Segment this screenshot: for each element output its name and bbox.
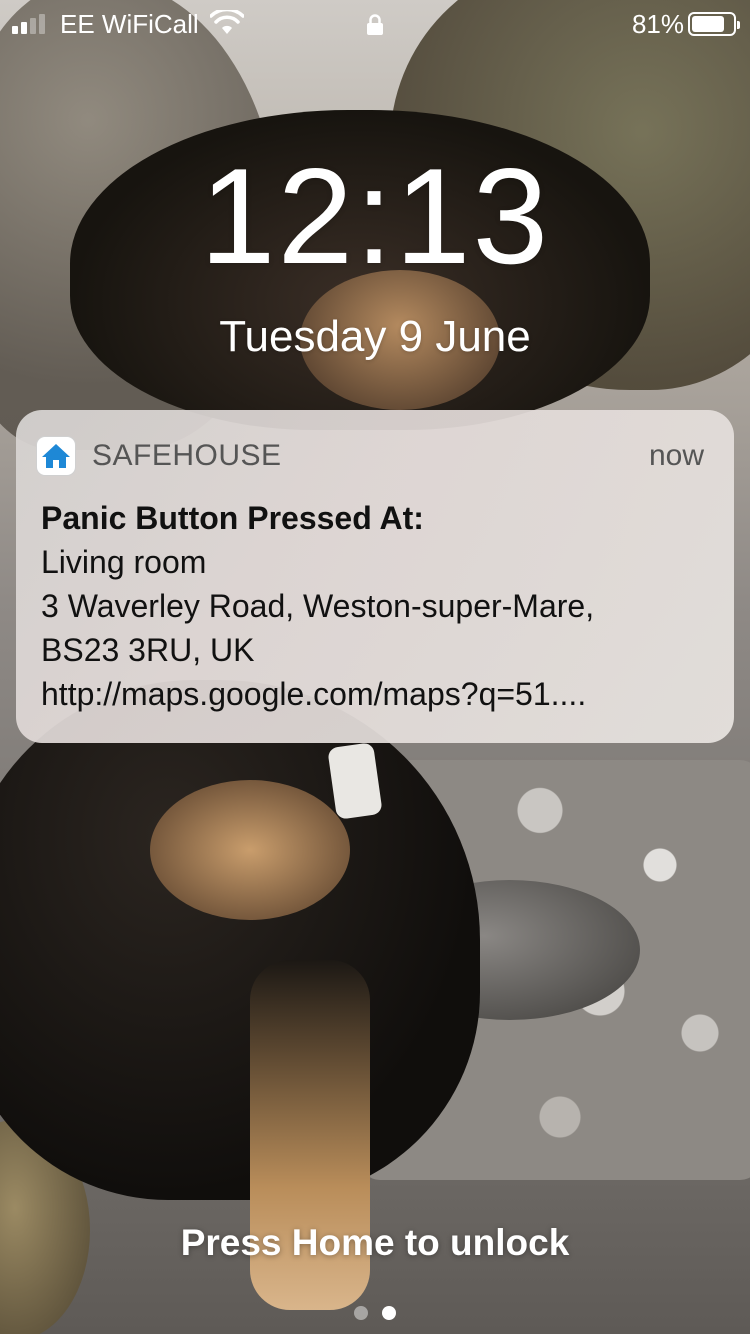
house-icon — [36, 436, 76, 476]
carrier-name: EE WiFiCall — [60, 9, 199, 39]
page-dot-active — [382, 1306, 396, 1320]
dog-body-shape — [0, 680, 480, 1200]
notification-body: Panic Button Pressed At: Living room 3 W… — [41, 496, 712, 716]
battery-icon — [688, 12, 740, 36]
battery-fill — [692, 16, 724, 32]
dog-chest-shape — [150, 780, 350, 920]
page-indicator — [0, 1306, 750, 1320]
notification-line: Living room — [41, 544, 207, 580]
notification-header: SAFEHOUSE now — [36, 436, 704, 476]
notification-line: 3 Waverley Road, Weston-super-Mare, — [41, 588, 595, 624]
notification-time: now — [648, 439, 704, 472]
notification-card[interactable]: SAFEHOUSE now Panic Button Pressed At: L… — [16, 410, 734, 743]
collar-tag-shape — [327, 742, 383, 820]
lock-screen-date: Tuesday 9 June — [219, 312, 531, 361]
wifi-icon — [209, 7, 245, 43]
lock-icon — [366, 12, 384, 43]
status-bar: EE WiFiCall 81% — [0, 0, 750, 48]
lock-screen-clock: 12:13 — [199, 140, 551, 292]
page-dot — [354, 1306, 368, 1320]
notification-line: BS23 3RU, UK — [41, 632, 255, 668]
notification-title: Panic Button Pressed At: — [41, 500, 424, 536]
notification-line: http://maps.google.com/maps?q=51.... — [41, 676, 587, 712]
signal-icon — [12, 14, 45, 34]
battery-percent: 81% — [631, 9, 684, 39]
unlock-hint: Press Home to unlock — [180, 1222, 570, 1263]
notification-app-name: SAFEHOUSE — [92, 439, 282, 472]
